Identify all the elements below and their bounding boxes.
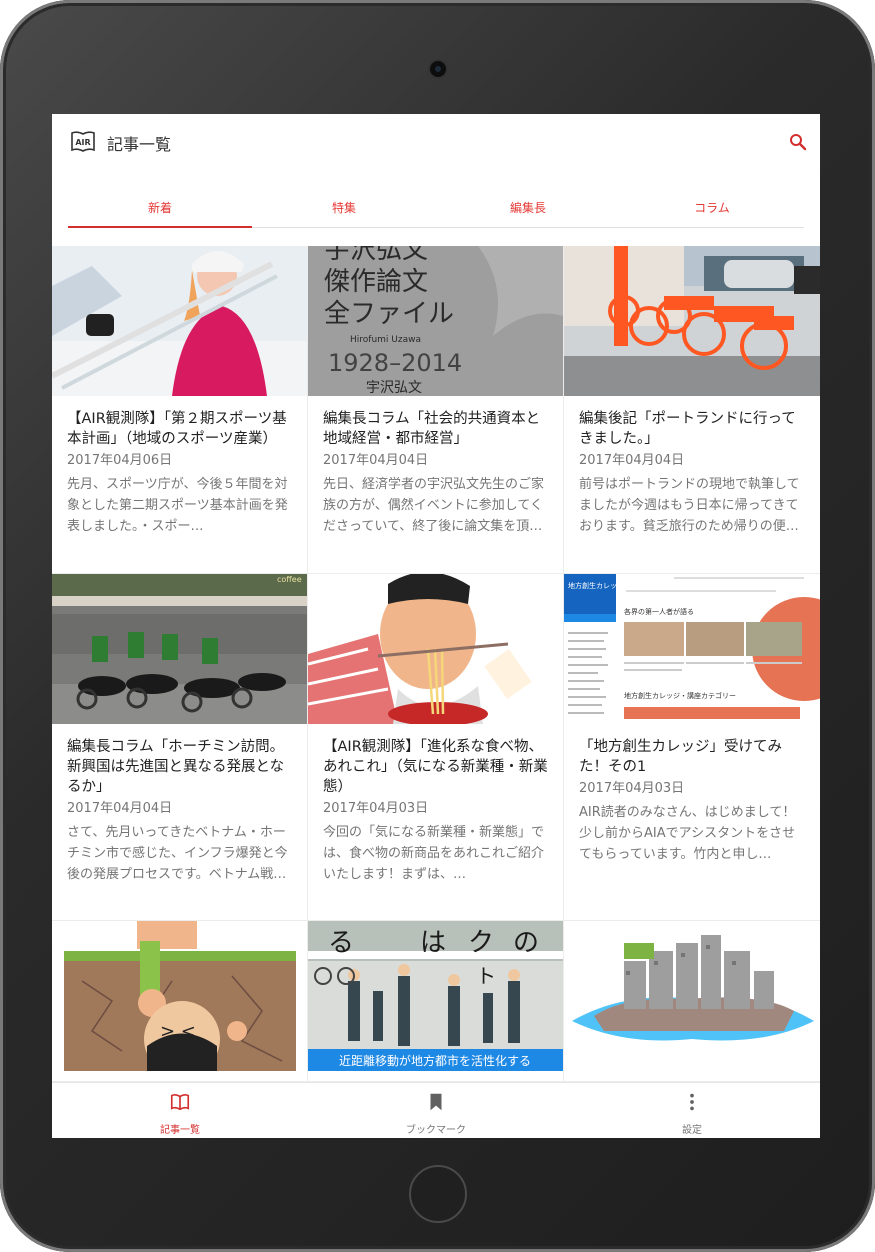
- article-card[interactable]: 地方創生カレッジ 各界の第一人者が語る 地方創生カレッジ・講座カテゴリー 「地方…: [564, 574, 820, 921]
- article-title: 【AIR観測隊】「第２期スポーツ基本計画」（地域のスポーツ産業） 2017年04…: [67, 409, 293, 537]
- camera: [430, 61, 446, 77]
- article-title: 編集長コラム「社会的共通資本と地域経営・都市経営」 2017年04月04日 先日…: [323, 409, 549, 537]
- book-years: 1928–2014: [328, 349, 462, 377]
- article-excerpt: さて、先月いってきたベトナム・ホーチミン市で感じた、インフラ爆発と今後の発展プロ…: [67, 825, 288, 882]
- article-card[interactable]: > <: [52, 921, 308, 1082]
- tab-bar: 新着 特集 編集長 コラム: [68, 184, 804, 228]
- search-icon[interactable]: [786, 130, 810, 154]
- book-title-line-1: 宇沢弘文: [324, 246, 428, 265]
- tab-new[interactable]: 新着: [68, 184, 252, 228]
- article-excerpt: AIR読者のみなさん、はじめまして！少し前からAIAでアシスタントをさせてもらっ…: [579, 805, 796, 862]
- site-category: 地方創生カレッジ・講座カテゴリー: [624, 691, 736, 700]
- logo-text: AIR: [75, 138, 90, 147]
- article-card[interactable]: る は ク の ト 近距離移動が地方都市を活性化する: [308, 921, 564, 1082]
- article-thumbnail: [308, 574, 563, 724]
- article-title-text: 「地方創生カレッジ」受けてみた！その1: [579, 739, 782, 775]
- page-title: 記事一覧: [107, 135, 172, 154]
- app-screen: AIR 記事一覧 新着 特集 編集長 コラム 【AIR観測隊】「第２期スポーツ基…: [52, 114, 820, 1138]
- book-icon: [170, 1094, 190, 1111]
- overlay-char: ト: [476, 964, 496, 988]
- tab-editor[interactable]: 編集長: [436, 184, 620, 227]
- nav-label: 記事一覧: [160, 1125, 200, 1136]
- nav-label: 設定: [682, 1125, 702, 1136]
- article-date: 2017年04月04日: [579, 453, 685, 468]
- article-title: 編集後記「ポートランドに行ってきました。」 2017年04月04日 前号はポート…: [579, 409, 805, 537]
- article-title-text: 編集長コラム「社会的共通資本と地域経営・都市経営」: [323, 411, 541, 447]
- article-date: 2017年04月04日: [67, 801, 173, 816]
- article-title: 「地方創生カレッジ」受けてみた！その1 2017年04月03日 AIR読者のみな…: [579, 737, 805, 865]
- site-brand: 地方創生カレッジ: [568, 581, 624, 590]
- article-title-text: 編集後記「ポートランドに行ってきました。」: [579, 411, 796, 447]
- site-heading: 各界の第一人者が語る: [624, 607, 694, 616]
- article-thumbnail: coffee: [52, 574, 307, 724]
- book-roman-author: Hirofumi Uzawa: [350, 335, 421, 345]
- home-button[interactable]: [409, 1165, 467, 1223]
- article-card[interactable]: 編集後記「ポートランドに行ってきました。」 2017年04月04日 前号はポート…: [564, 246, 820, 574]
- article-date: 2017年04月04日: [323, 453, 429, 468]
- article-date: 2017年04月06日: [67, 453, 173, 468]
- nav-articles[interactable]: 記事一覧: [52, 1083, 308, 1138]
- article-thumbnail: る は ク の ト 近距離移動が地方都市を活性化する: [308, 921, 563, 1071]
- app-bar: AIR 記事一覧: [52, 114, 820, 170]
- tab-column[interactable]: コラム: [620, 184, 804, 227]
- article-title-text: 【AIR観測隊】「進化系な食べ物、あれこれ」（気になる新業種・新業態）: [323, 739, 548, 795]
- bookmark-icon: [430, 1093, 442, 1111]
- nav-label: ブックマーク: [406, 1125, 466, 1136]
- article-thumbnail: 宇沢弘文 傑作論文 全ファイル Hirofumi Uzawa 1928–2014…: [308, 246, 563, 396]
- article-card[interactable]: 【AIR観測隊】「進化系な食べ物、あれこれ」（気になる新業種・新業態） 2017…: [308, 574, 564, 921]
- more-vert-icon: [690, 1093, 694, 1111]
- nav-bookmarks[interactable]: ブックマーク: [308, 1083, 564, 1138]
- nav-settings[interactable]: 設定: [564, 1083, 820, 1138]
- bottom-navigation: 記事一覧 ブックマーク 設定: [52, 1082, 820, 1138]
- article-title: 【AIR観測隊】「進化系な食べ物、あれこれ」（気になる新業種・新業態） 2017…: [323, 737, 549, 885]
- article-card[interactable]: [564, 921, 820, 1082]
- overlay-char: る: [328, 928, 354, 958]
- article-title-text: 【AIR観測隊】「第２期スポーツ基本計画」（地域のスポーツ産業）: [67, 411, 287, 447]
- book-title-line-3: 全ファイル: [324, 299, 454, 329]
- overlay-char: の: [513, 928, 539, 958]
- logo-icon: AIR: [71, 131, 95, 152]
- overlay-char: は: [420, 928, 446, 958]
- overlay-char: ク: [468, 928, 494, 958]
- article-title-text: 編集長コラム「ホーチミン訪問。新興国は先進国と異なる発展となるか」: [67, 739, 285, 795]
- tab-feature[interactable]: 特集: [252, 184, 436, 227]
- thumbnail-caption: 近距離移動が地方都市を活性化する: [339, 1053, 531, 1068]
- article-thumbnail: > <: [52, 921, 307, 1071]
- article-thumbnail: [564, 921, 820, 1071]
- article-excerpt: 先月、スポーツ庁が、今後５年間を対象とした第二期スポーツ基本計画を発表しました。…: [67, 477, 288, 534]
- book-title-line-2: 傑作論文: [324, 267, 428, 297]
- article-thumbnail: 地方創生カレッジ 各界の第一人者が語る 地方創生カレッジ・講座カテゴリー: [564, 574, 820, 724]
- article-date: 2017年04月03日: [579, 781, 685, 796]
- article-excerpt: 今回の「気になる新業種・新業態」では、食べ物の新商品をあれこれご紹介いたします！…: [323, 825, 545, 882]
- article-title: 編集長コラム「ホーチミン訪問。新興国は先進国と異なる発展となるか」 2017年0…: [67, 737, 293, 885]
- book-author: 宇沢弘文: [366, 380, 422, 396]
- article-card[interactable]: coffee 編集長コラム「ホーチミン訪問。新興国は先進国と異なる発展となるか」…: [52, 574, 308, 921]
- article-thumbnail: [564, 246, 820, 396]
- article-excerpt: 前号はポートランドの現地で執筆してましたが今週はもう日本に帰ってきております。貧…: [579, 477, 800, 534]
- svg-text:> <: > <: [160, 1021, 196, 1042]
- storefront-sign: coffee: [277, 575, 302, 584]
- article-card[interactable]: 宇沢弘文 傑作論文 全ファイル Hirofumi Uzawa 1928–2014…: [308, 246, 564, 574]
- article-thumbnail: [52, 246, 307, 396]
- article-card[interactable]: 【AIR観測隊】「第２期スポーツ基本計画」（地域のスポーツ産業） 2017年04…: [52, 246, 308, 574]
- article-date: 2017年04月03日: [323, 801, 429, 816]
- article-excerpt: 先日、経済学者の宇沢弘文先生のご家族の方が、偶然イベントに参加してくださっていて…: [323, 477, 545, 534]
